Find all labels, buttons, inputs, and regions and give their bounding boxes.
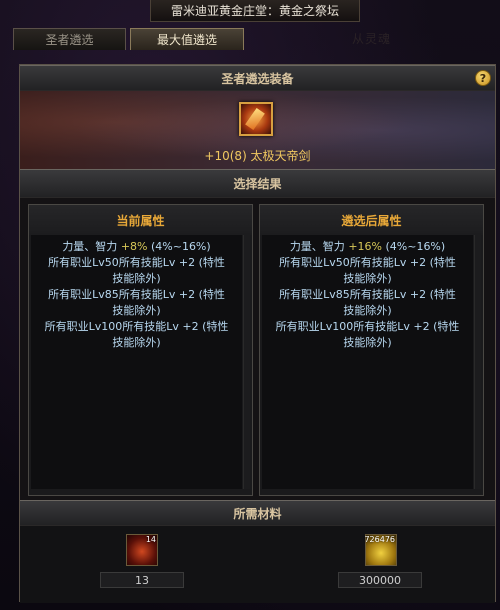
equipment-display: +10(8) 太极天帝剑 <box>20 91 495 169</box>
materials-header: 所需材料 <box>20 500 495 526</box>
stat-value: +16% <box>348 240 382 253</box>
attribute-line: 技能除外) <box>112 272 161 285</box>
attribute-line: 技能除外) <box>343 304 392 317</box>
help-icon-glyph: ? <box>479 71 487 85</box>
material-stack-count: 14 <box>145 535 156 544</box>
gold-icon[interactable]: 726476 <box>364 534 397 566</box>
tab-saint-selection[interactable]: 圣者遴选 <box>13 28 126 50</box>
current-attributes-title-text: 当前属性 <box>116 213 165 228</box>
stat-value: +8% <box>120 240 148 253</box>
equipment-header: 圣者遴选装备 ? <box>20 65 495 91</box>
material-icon[interactable]: 14 <box>126 534 158 566</box>
after-attributes-title: 遴选后属性 <box>260 205 483 235</box>
window-title: 雷米迪亚黄金庄堂：黄金之祭坛 <box>150 0 360 22</box>
after-attributes-list: 力量、智力 +16% (4%~16%) 所有职业Lv50所有技能Lv +2 (特… <box>262 235 473 489</box>
attribute-line: 所有职业Lv85所有技能Lv +2 (特性 <box>48 288 225 301</box>
result-header-label: 选择结果 <box>233 177 282 191</box>
attribute-line: 所有职业Lv100所有技能Lv +2 (特性 <box>44 320 229 333</box>
tab-soul[interactable]: 从灵魂 <box>352 30 391 47</box>
result-header: 选择结果 <box>20 169 495 198</box>
window-title-text: 雷米迪亚黄金庄堂：黄金之祭坛 <box>170 4 339 18</box>
tab-label: 圣者遴选 <box>45 33 94 47</box>
altar-window: 雷米迪亚黄金庄堂：黄金之祭坛 圣者遴选 最大值遴选 从灵魂 圣者遴选装备 ? +… <box>0 0 500 610</box>
after-attributes-panel: 遴选后属性 力量、智力 +16% (4%~16%) 所有职业Lv50所有技能Lv… <box>259 204 484 496</box>
scrollbar[interactable] <box>243 235 250 489</box>
equipment-header-label: 圣者遴选装备 <box>221 71 294 86</box>
attribute-line: 所有职业Lv50所有技能Lv +2 (特性 <box>48 256 225 269</box>
attribute-line: 技能除外) <box>112 304 161 317</box>
after-attributes-title-text: 遴选后属性 <box>341 213 402 228</box>
attribute-line: 所有职业Lv50所有技能Lv +2 (特性 <box>279 256 456 269</box>
stat-range: (4%~16%) <box>147 240 211 253</box>
gold-stack-count: 726476 <box>364 535 395 544</box>
stat-line: 力量、智力 +16% (4%~16%) <box>262 239 473 255</box>
stat-line: 力量、智力 +8% (4%~16%) <box>31 239 242 255</box>
attribute-line: 技能除外) <box>343 272 392 285</box>
materials-header-label: 所需材料 <box>233 506 282 521</box>
gold-amount: 300000 <box>338 572 422 588</box>
attribute-compare: 当前属性 力量、智力 +8% (4%~16%) 所有职业Lv50所有技能Lv +… <box>20 198 495 500</box>
item-name: +10(8) 太极天帝剑 <box>204 149 311 163</box>
tab-max-selection[interactable]: 最大值遴选 <box>130 28 244 50</box>
tab-label: 从灵魂 <box>352 32 392 46</box>
attribute-line: 技能除外) <box>343 336 392 349</box>
current-attributes-title: 当前属性 <box>29 205 252 235</box>
attribute-line: 技能除外) <box>112 336 161 349</box>
current-attributes-list: 力量、智力 +8% (4%~16%) 所有职业Lv50所有技能Lv +2 (特性… <box>31 235 242 489</box>
current-attributes-panel: 当前属性 力量、智力 +8% (4%~16%) 所有职业Lv50所有技能Lv +… <box>28 204 253 496</box>
tab-label: 最大值遴选 <box>156 33 217 47</box>
material-amount: 13 <box>100 572 184 588</box>
scrollbar[interactable] <box>474 235 481 489</box>
stat-name: 力量、智力 <box>289 240 349 253</box>
stat-range: (4%~16%) <box>381 240 446 253</box>
help-icon[interactable]: ? <box>475 70 491 86</box>
stat-name: 力量、智力 <box>62 240 121 253</box>
attribute-line: 所有职业Lv100所有技能Lv +2 (特性 <box>275 320 460 333</box>
required-materials: 所需材料 14 13 726476 300000 <box>20 500 495 603</box>
sword-icon[interactable] <box>239 102 273 136</box>
attribute-line: 所有职业Lv85所有技能Lv +2 (特性 <box>279 288 456 301</box>
main-panel: 圣者遴选装备 ? +10(8) 太极天帝剑 选择结果 当前属性 力量、智力 +8… <box>19 64 496 603</box>
